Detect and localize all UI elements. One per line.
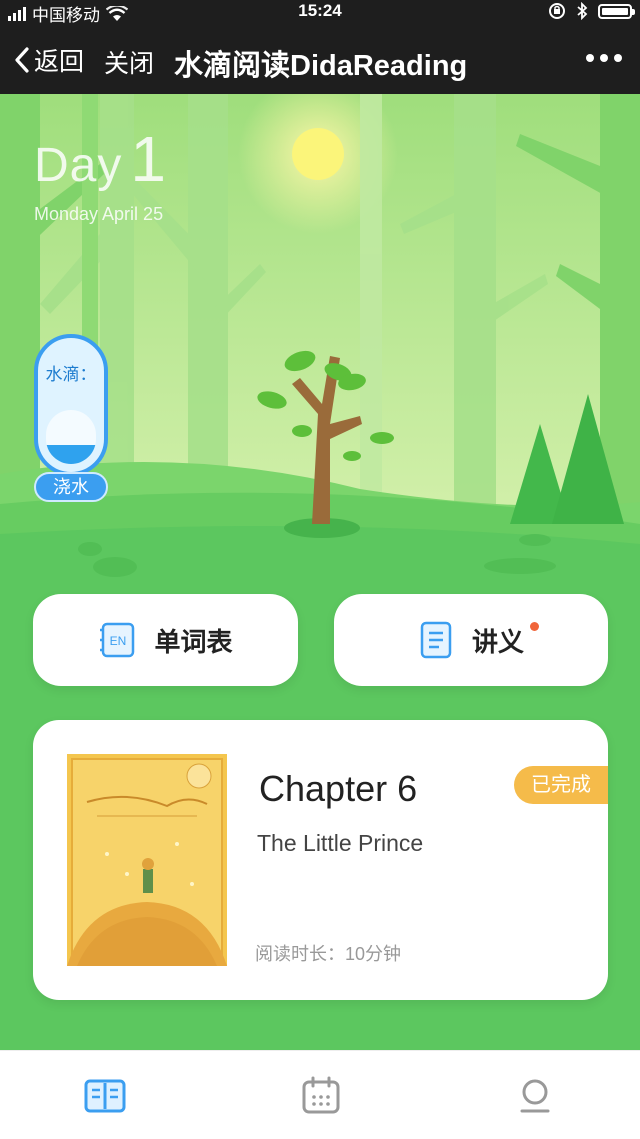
nav-bar: 返回 关闭 水滴阅读DidaReading bbox=[0, 24, 640, 94]
more-dot bbox=[586, 54, 594, 62]
wordlist-icon-text: EN bbox=[110, 634, 127, 648]
status-right bbox=[548, 2, 635, 20]
book-cover bbox=[67, 754, 227, 966]
forest-scene: Day 1 Monday April 25 水滴： 浇水 EN 单词表 讲义 C… bbox=[0, 94, 640, 1050]
tab-profile[interactable] bbox=[512, 1073, 562, 1123]
tab-calendar[interactable] bbox=[298, 1073, 348, 1123]
water-meter: 水滴： 浇水 bbox=[34, 334, 108, 502]
tab-bar bbox=[0, 1050, 640, 1139]
page-title: 水滴阅读DidaReading bbox=[174, 50, 468, 82]
bluetooth-icon bbox=[577, 2, 588, 20]
tab-reading[interactable] bbox=[82, 1073, 132, 1123]
date-label: Monday April 25 bbox=[34, 204, 164, 224]
status-badge: 已完成 bbox=[514, 766, 608, 804]
water-button[interactable]: 浇水 bbox=[34, 472, 108, 502]
book-icon bbox=[84, 1079, 126, 1113]
day-word: Day bbox=[34, 139, 123, 192]
more-dot bbox=[600, 54, 608, 62]
status-bar: 中国移动 15:24 bbox=[0, 0, 640, 25]
clock: 15:24 bbox=[298, 1, 342, 20]
day-number: 1 bbox=[130, 123, 166, 195]
notification-dot bbox=[530, 622, 539, 631]
document-icon bbox=[420, 621, 452, 659]
notes-button[interactable]: 讲义 bbox=[334, 594, 608, 686]
calendar-icon bbox=[302, 1076, 340, 1114]
orientation-lock-icon bbox=[549, 3, 565, 19]
water-tube: 水滴： bbox=[34, 334, 108, 476]
wordlist-label: 单词表 bbox=[154, 626, 233, 657]
wordlist-button[interactable]: EN 单词表 bbox=[33, 594, 298, 686]
wordlist-icon: EN bbox=[100, 622, 135, 658]
close-button[interactable]: 关闭 bbox=[104, 44, 154, 80]
chapter-title: Chapter 6 bbox=[259, 768, 418, 809]
chevron-left-icon bbox=[15, 47, 29, 73]
back-button[interactable]: 返回 bbox=[14, 42, 84, 78]
book-title: The Little Prince bbox=[257, 830, 424, 856]
water-label: 水滴： bbox=[45, 365, 97, 384]
water-level bbox=[46, 410, 96, 464]
back-label: 返回 bbox=[34, 48, 85, 76]
battery-icon bbox=[598, 3, 635, 19]
more-dot bbox=[614, 54, 622, 62]
water-fill bbox=[46, 445, 96, 464]
profile-icon bbox=[520, 1079, 550, 1113]
notes-label: 讲义 bbox=[471, 626, 524, 657]
more-button[interactable] bbox=[586, 46, 622, 70]
reading-time: 阅读时长：10分钟 bbox=[255, 944, 402, 964]
day-heading: Day 1 bbox=[34, 122, 166, 196]
chapter-card[interactable]: Chapter 6 The Little Prince 阅读时长：10分钟 已完… bbox=[33, 720, 608, 1000]
